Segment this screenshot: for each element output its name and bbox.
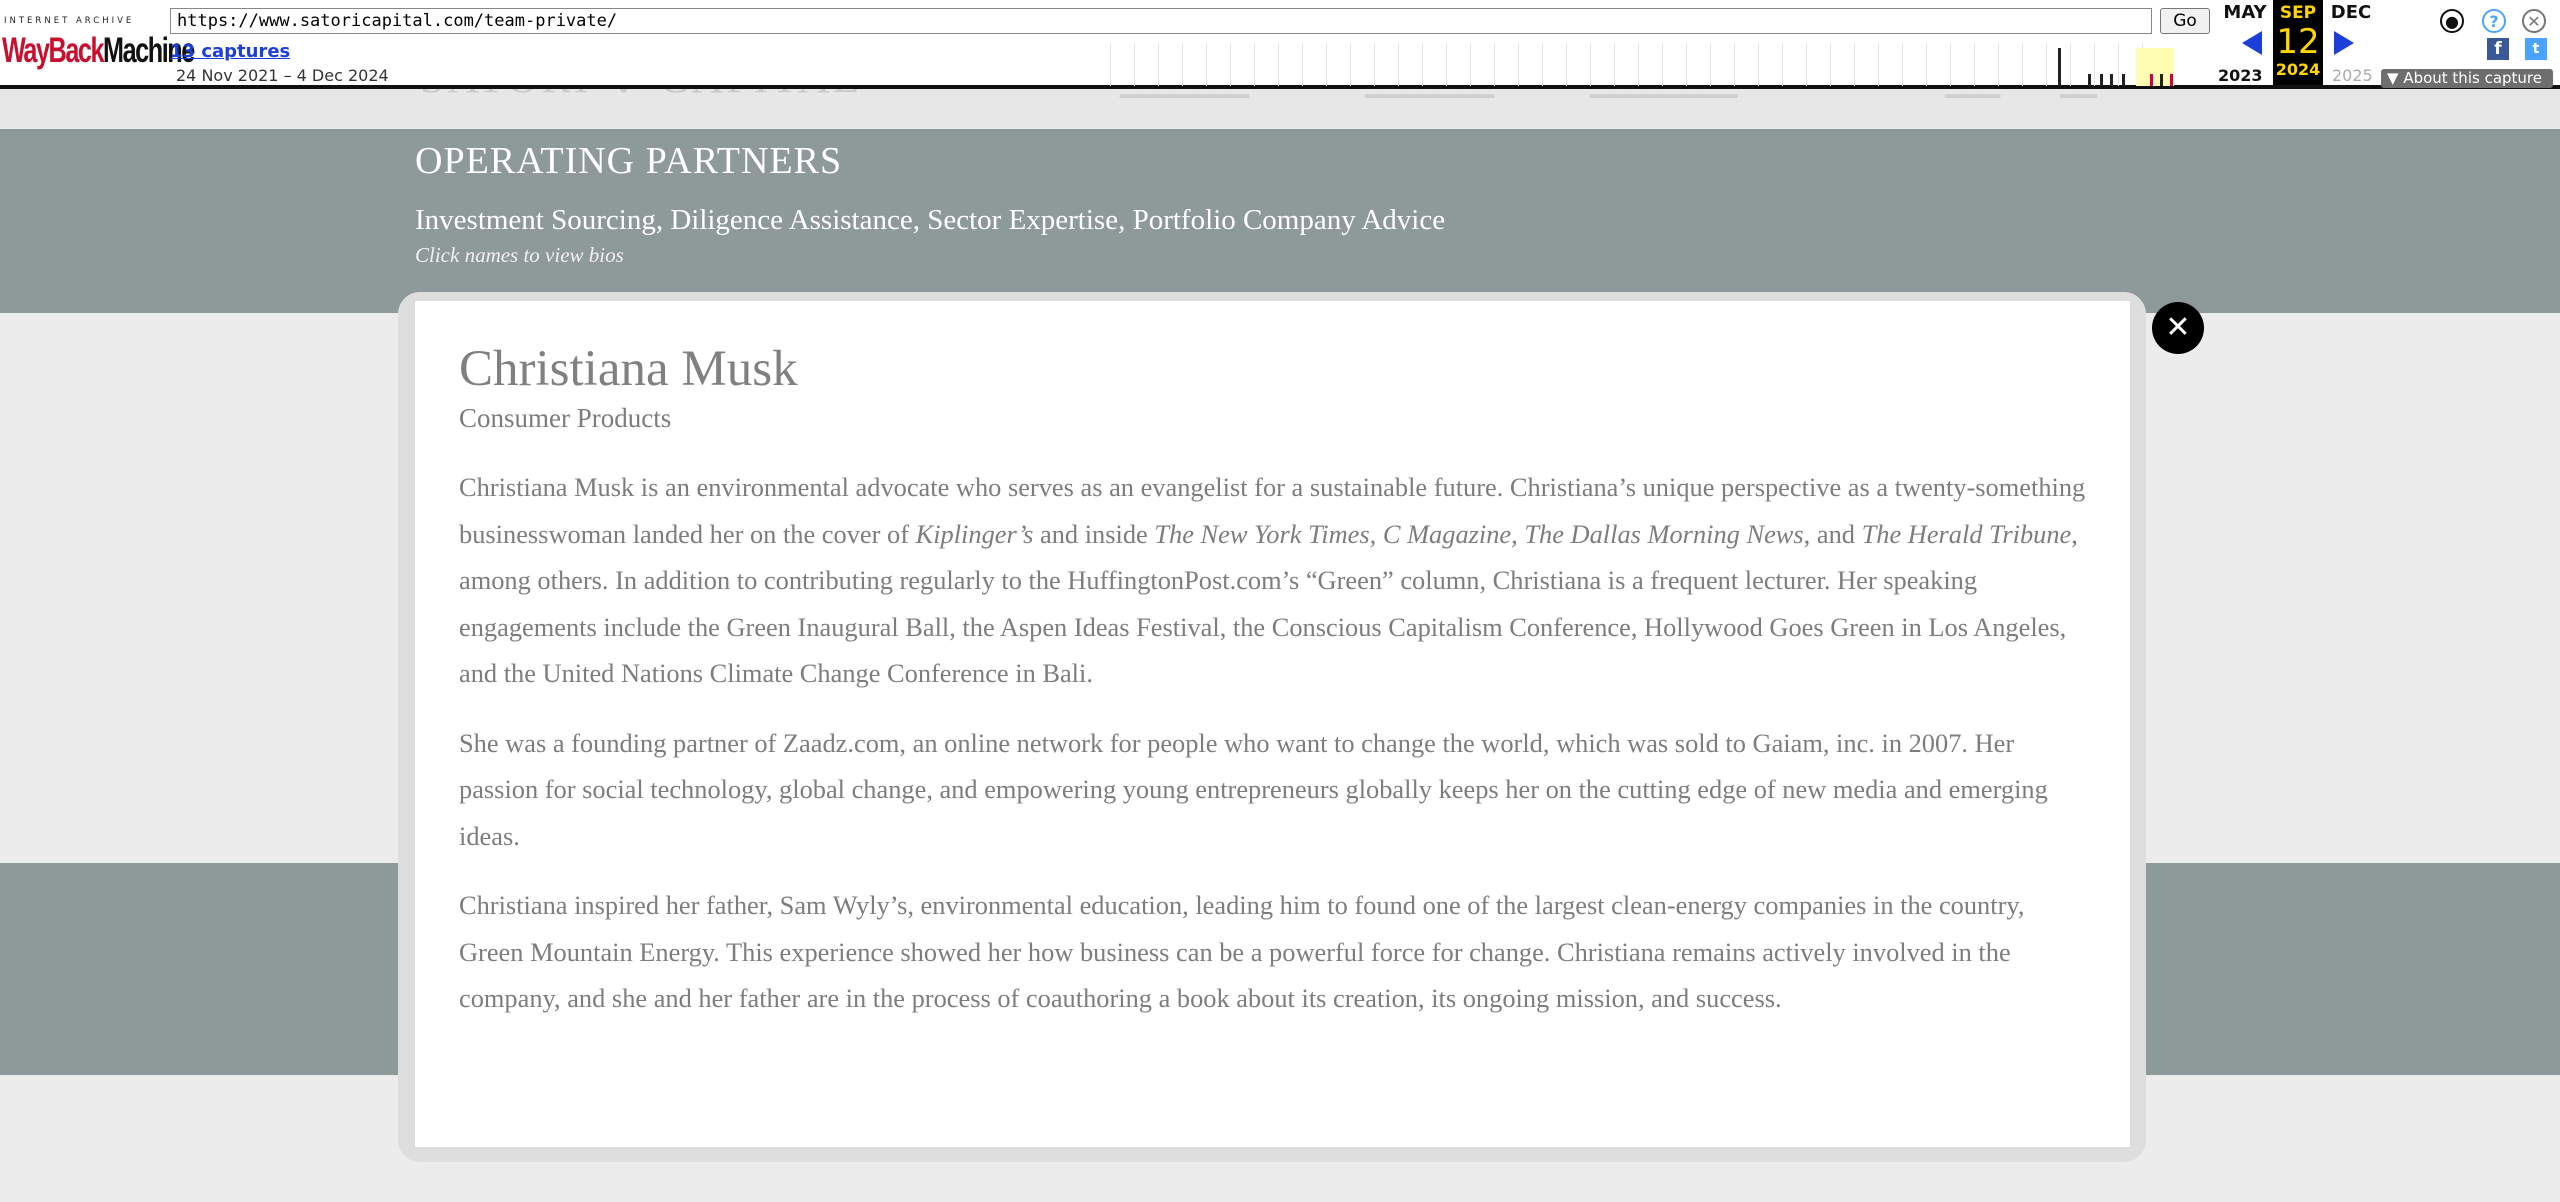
page-subtitle: Investment Sourcing, Diligence Assistanc…	[415, 204, 1446, 236]
go-button[interactable]: Go	[2160, 8, 2210, 34]
next-year-label: 2025	[2332, 66, 2373, 85]
twitter-icon[interactable]: t	[2525, 38, 2547, 60]
page-title: OPERATING PARTNERS	[415, 140, 843, 182]
prev-year-label[interactable]: 2023	[2218, 66, 2263, 85]
bio-sector: Consumer Products	[459, 403, 672, 434]
bio-paragraph: Christiana inspired her father, Sam Wyly…	[459, 890, 2025, 1014]
bio-modal: Christiana Musk Consumer Products Christ…	[415, 301, 2130, 1147]
wayback-logo-top: INTERNET ARCHIVE	[4, 16, 135, 26]
prev-month-label[interactable]: MAY	[2216, 2, 2274, 23]
about-capture-dropdown[interactable]: ▼ About this capture	[2381, 69, 2553, 88]
next-month-label[interactable]: DEC	[2322, 2, 2380, 23]
wayback-logo[interactable]: INTERNET ARCHIVE WayBackMachine	[0, 14, 195, 72]
user-account-icon[interactable]: ●	[2440, 9, 2464, 33]
bio-paragraph: She was a founding partner of Zaadz.com,…	[459, 727, 2048, 851]
wayback-logo-wayback: WayBack	[2, 31, 104, 70]
bio-paragraph: Christiana Musk is an environmental advo…	[459, 472, 2086, 689]
help-icon[interactable]: ?	[2482, 9, 2506, 33]
current-month-label: SEP	[2279, 3, 2317, 23]
next-capture-arrow-icon[interactable]	[2334, 31, 2354, 55]
wayback-toolbar: INTERNET ARCHIVE WayBackMachine https://…	[0, 0, 2560, 89]
capture-date-range: 24 Nov 2021 – 4 Dec 2024	[176, 66, 389, 85]
bio-name: Christiana Musk	[459, 341, 798, 397]
about-capture-label: About this capture	[2403, 69, 2542, 87]
prev-capture-arrow-icon[interactable]	[2242, 31, 2262, 55]
facebook-icon[interactable]: f	[2487, 38, 2509, 60]
caret-down-icon: ▼	[2387, 69, 2404, 87]
close-icon[interactable]: ✕	[2522, 9, 2546, 33]
page-hint: Click names to view bios	[415, 243, 624, 267]
capture-sparkline[interactable]	[1110, 44, 2180, 86]
current-year-label: 2024	[2275, 60, 2321, 79]
close-icon: ✕	[2165, 310, 2191, 345]
modal-close-button[interactable]: ✕	[2152, 302, 2204, 354]
captures-link[interactable]: 13 captures	[170, 41, 290, 62]
url-input[interactable]: https://www.satoricapital.com/team-priva…	[170, 8, 2152, 34]
site-header	[0, 89, 2560, 129]
current-day-label: 12	[2276, 22, 2320, 62]
current-capture-date: SEP 12 2024	[2273, 0, 2323, 85]
